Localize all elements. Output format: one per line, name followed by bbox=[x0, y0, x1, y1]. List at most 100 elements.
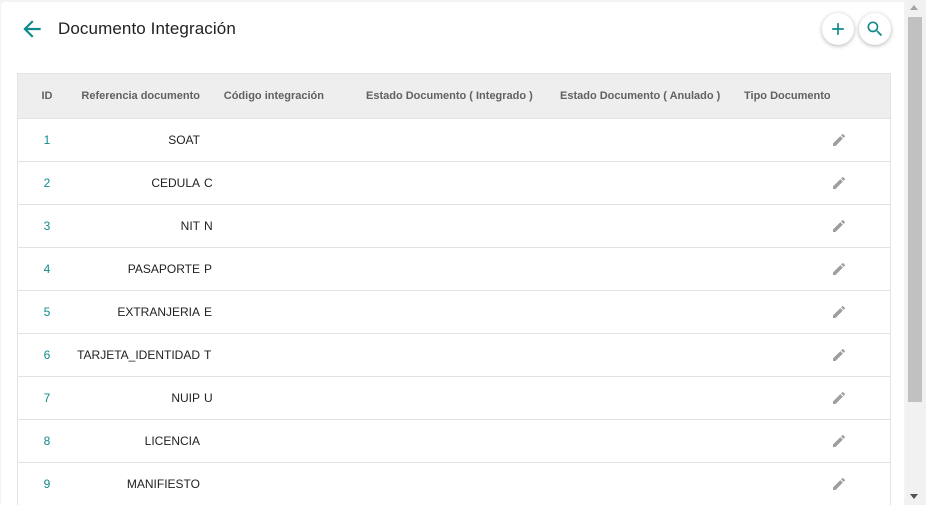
cell-id: 7 bbox=[43, 390, 51, 405]
column-header-anulado[interactable]: Estado Documento ( Anulado ) bbox=[511, 74, 720, 118]
cell-tipo bbox=[695, 376, 787, 419]
cell-anulado bbox=[511, 247, 695, 290]
cell-actions bbox=[787, 161, 890, 204]
plus-icon bbox=[832, 23, 844, 35]
cell-referencia: MANIFIESTO bbox=[126, 476, 200, 491]
table-row[interactable]: 8 LICENCIA bbox=[18, 419, 890, 462]
scroll-down-arrow-icon[interactable] bbox=[910, 494, 918, 499]
cell-actions bbox=[787, 247, 890, 290]
pencil-edit-icon bbox=[832, 348, 845, 361]
cell-integrado bbox=[326, 462, 511, 505]
cell-id: 1 bbox=[43, 132, 51, 147]
cell-referencia: LICENCIA bbox=[144, 433, 200, 448]
cell-actions bbox=[787, 376, 890, 419]
cell-id: 6 bbox=[43, 347, 51, 362]
cell-referencia: CEDULA bbox=[151, 175, 200, 190]
table-row[interactable]: 6 TARJETA_IDENTIDAD T bbox=[18, 333, 890, 376]
cell-id: 5 bbox=[43, 304, 51, 319]
cell-codigo: U bbox=[204, 390, 213, 405]
scroll-thumb[interactable] bbox=[908, 17, 922, 402]
cell-codigo bbox=[200, 462, 326, 505]
cell-anulado bbox=[511, 419, 695, 462]
cell-integrado bbox=[326, 247, 511, 290]
column-header-anulado-label: Estado Documento ( Anulado ) bbox=[560, 89, 721, 102]
cell-tipo bbox=[695, 462, 787, 505]
table-row[interactable]: 9 MANIFIESTO bbox=[18, 462, 890, 505]
edit-button[interactable] bbox=[831, 261, 847, 277]
cell-id: 9 bbox=[43, 476, 51, 491]
cell-anulado bbox=[511, 118, 695, 161]
cell-integrado bbox=[326, 161, 511, 204]
cell-integrado bbox=[326, 333, 511, 376]
cell-anulado bbox=[511, 204, 695, 247]
cell-integrado bbox=[326, 376, 511, 419]
pencil-edit-icon bbox=[832, 262, 845, 275]
cell-id: 2 bbox=[43, 175, 51, 190]
pencil-edit-icon bbox=[832, 391, 845, 404]
column-header-tipo[interactable]: Tipo Documento bbox=[695, 74, 831, 118]
table-row[interactable]: 1 SOAT bbox=[18, 118, 890, 161]
cell-referencia: TARJETA_IDENTIDAD bbox=[77, 347, 200, 362]
cell-codigo: P bbox=[204, 261, 213, 276]
cell-tipo bbox=[695, 419, 787, 462]
column-header-integrado-label: Estado Documento ( Integrado ) bbox=[366, 89, 533, 102]
cell-tipo bbox=[695, 204, 787, 247]
cell-actions bbox=[787, 118, 890, 161]
cell-tipo bbox=[695, 247, 787, 290]
table-row[interactable]: 7 NUIP U bbox=[18, 376, 890, 419]
cell-referencia: NUIP bbox=[171, 390, 200, 405]
edit-button[interactable] bbox=[831, 347, 847, 363]
scroll-up-arrow-icon[interactable] bbox=[910, 5, 918, 10]
column-header-referencia[interactable]: Referencia documento bbox=[76, 74, 200, 118]
table-row[interactable]: 3 NIT N bbox=[18, 204, 890, 247]
pencil-edit-icon bbox=[832, 477, 845, 490]
edit-button[interactable] bbox=[831, 132, 847, 148]
arrow-left-icon bbox=[23, 20, 41, 38]
cell-actions bbox=[787, 419, 890, 462]
pencil-edit-icon bbox=[832, 434, 845, 447]
cell-id: 4 bbox=[43, 261, 51, 276]
cell-integrado bbox=[326, 419, 511, 462]
cell-anulado bbox=[511, 333, 695, 376]
main-card: Documento Integración ID Referencia docu… bbox=[1, 2, 904, 505]
page-title: Documento Integración bbox=[58, 19, 236, 38]
pencil-edit-icon bbox=[832, 176, 845, 189]
table-header-row: ID Referencia documento Código integraci… bbox=[18, 74, 890, 118]
pencil-edit-icon bbox=[832, 133, 845, 146]
cell-anulado bbox=[511, 161, 695, 204]
edit-button[interactable] bbox=[831, 390, 847, 406]
cell-actions bbox=[787, 290, 890, 333]
cell-tipo bbox=[695, 118, 787, 161]
table-row[interactable]: 4 PASAPORTE P bbox=[18, 247, 890, 290]
search-button[interactable] bbox=[859, 13, 891, 45]
cell-actions bbox=[787, 462, 890, 505]
vertical-scrollbar[interactable] bbox=[906, 0, 926, 505]
edit-button[interactable] bbox=[831, 476, 847, 492]
column-header-id[interactable]: ID bbox=[18, 74, 76, 118]
documents-table: ID Referencia documento Código integraci… bbox=[17, 73, 891, 505]
cell-integrado bbox=[326, 204, 511, 247]
edit-button[interactable] bbox=[831, 304, 847, 320]
cell-actions bbox=[787, 204, 890, 247]
cell-referencia: SOAT bbox=[168, 132, 200, 147]
column-header-integrado[interactable]: Estado Documento ( Integrado ) bbox=[326, 74, 533, 118]
cell-tipo bbox=[695, 161, 787, 204]
column-header-codigo[interactable]: Código integración bbox=[200, 74, 326, 118]
add-button[interactable] bbox=[822, 13, 854, 45]
cell-referencia: NIT bbox=[180, 218, 200, 233]
cell-codigo: E bbox=[204, 304, 213, 319]
table-row[interactable]: 5 EXTRANJERIA E bbox=[18, 290, 890, 333]
cell-tipo bbox=[695, 333, 787, 376]
page-header: Documento Integración bbox=[1, 2, 904, 58]
edit-button[interactable] bbox=[831, 175, 847, 191]
edit-button[interactable] bbox=[831, 218, 847, 234]
back-button[interactable] bbox=[19, 16, 45, 42]
cell-tipo bbox=[695, 290, 787, 333]
table-row[interactable]: 2 CEDULA C bbox=[18, 161, 890, 204]
cell-codigo bbox=[200, 419, 326, 462]
cell-id: 8 bbox=[43, 433, 51, 448]
edit-button[interactable] bbox=[831, 433, 847, 449]
cell-codigo: N bbox=[204, 218, 213, 233]
cell-codigo bbox=[200, 118, 326, 161]
pencil-edit-icon bbox=[832, 305, 845, 318]
